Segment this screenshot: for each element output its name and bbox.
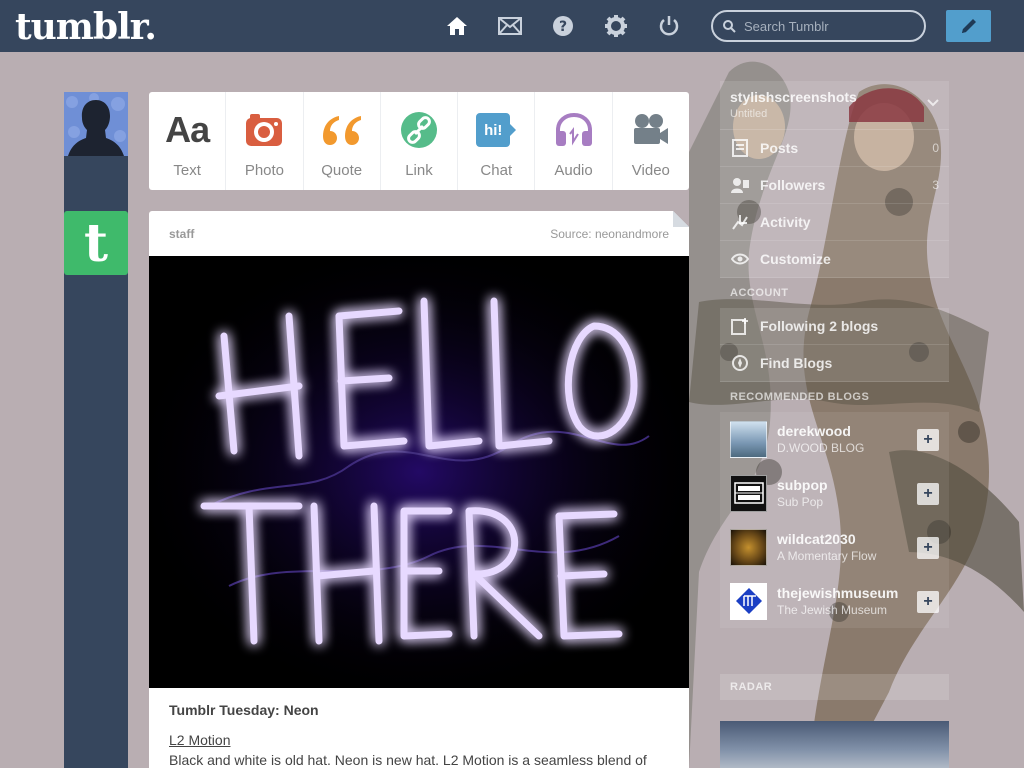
post-type-audio[interactable]: Audio — [535, 92, 613, 190]
search-input[interactable] — [744, 18, 914, 34]
right-sidebar: stylishscreenshots Untitled Posts 0 Foll… — [720, 81, 949, 628]
sidebar-item-following[interactable]: Following 2 blogs — [720, 308, 949, 345]
post-type-quote[interactable]: Quote — [304, 92, 381, 190]
avatar — [730, 474, 767, 512]
camera-icon — [245, 110, 283, 150]
post-author-link[interactable]: staff — [169, 227, 194, 256]
follow-button[interactable]: + — [917, 591, 939, 613]
home-icon[interactable] — [445, 14, 469, 38]
search-box[interactable] — [711, 10, 926, 42]
dashboard-left-rail — [64, 92, 128, 768]
sidebar-item-followers[interactable]: Followers 3 — [720, 167, 949, 204]
post-type-video[interactable]: Video — [613, 92, 689, 190]
headphones-icon — [554, 110, 594, 150]
avatar — [730, 528, 767, 566]
recommended-heading: RECOMMENDED BLOGS — [730, 391, 870, 403]
avatar — [730, 420, 767, 458]
video-camera-icon — [632, 110, 670, 150]
post-link-l2-motion[interactable]: L2 Motion — [169, 732, 230, 748]
post-fold-corner — [673, 211, 689, 227]
recommended-blog-wildcat2030[interactable]: wildcat2030 A Momentary Flow + — [720, 520, 949, 574]
recommended-blog-subpop[interactable]: subpop Sub Pop + — [720, 466, 949, 520]
help-icon[interactable]: ? — [551, 14, 575, 38]
post-title: Tumblr Tuesday: Neon — [169, 702, 319, 718]
chat-icon: hi! — [476, 110, 517, 150]
text-icon: Aa — [165, 109, 210, 150]
activity-icon — [730, 212, 750, 232]
avatar — [730, 582, 767, 620]
top-header: tumblr. ? — [0, 0, 1024, 52]
mail-icon[interactable] — [498, 14, 522, 38]
sidebar-item-posts[interactable]: Posts 0 — [720, 130, 949, 167]
staff-avatar[interactable]: t — [64, 211, 128, 275]
recommended-blog-derekwood[interactable]: derekwood D.WOOD BLOG + — [720, 412, 949, 466]
user-avatar[interactable] — [64, 92, 128, 156]
post-type-text[interactable]: Aa Text — [149, 92, 227, 190]
compass-icon — [730, 353, 750, 373]
follow-button[interactable]: + — [917, 483, 939, 505]
quote-icon — [321, 110, 363, 150]
svg-text:?: ? — [559, 19, 567, 35]
chevron-down-icon — [927, 99, 939, 107]
eye-icon — [730, 249, 750, 269]
post-source-link[interactable]: Source: neonandmore — [550, 227, 669, 256]
sidebar-item-activity[interactable]: Activity — [720, 204, 949, 241]
account-heading: ACCOUNT — [730, 287, 789, 299]
recommended-blog-thejewishmuseum[interactable]: thejewishmuseum The Jewish Museum + — [720, 574, 949, 628]
gear-icon[interactable] — [604, 14, 628, 38]
dashboard-post: staff Source: neonandmore Tumblr Tuesday… — [149, 211, 689, 768]
link-icon — [400, 110, 438, 150]
post-type-link[interactable]: Link — [381, 92, 459, 190]
followers-icon — [730, 175, 750, 195]
sidebar-item-customize[interactable]: Customize — [720, 241, 949, 278]
post-type-bar: Aa Text Photo Quote Link hi! Chat Audio … — [149, 92, 689, 190]
compose-button[interactable] — [946, 10, 991, 42]
sidebar-item-find-blogs[interactable]: Find Blogs — [720, 345, 949, 382]
post-body-text: Black and white is old hat. Neon is new … — [169, 752, 647, 768]
power-icon[interactable] — [657, 14, 681, 38]
blog-switcher[interactable]: stylishscreenshots Untitled — [720, 81, 949, 130]
search-icon — [723, 19, 736, 33]
post-header: staff Source: neonandmore — [149, 211, 689, 256]
follow-button[interactable]: + — [917, 429, 939, 451]
radar-heading: RADAR — [720, 674, 949, 700]
post-type-chat[interactable]: hi! Chat — [458, 92, 536, 190]
radar-post-thumbnail[interactable] — [720, 721, 949, 768]
pencil-icon — [961, 19, 976, 33]
post-photo[interactable] — [149, 256, 689, 688]
following-icon — [730, 316, 750, 336]
posts-icon — [730, 138, 750, 158]
post-type-photo[interactable]: Photo — [226, 92, 304, 190]
tumblr-logo[interactable]: tumblr. — [15, 6, 157, 48]
follow-button[interactable]: + — [917, 537, 939, 559]
